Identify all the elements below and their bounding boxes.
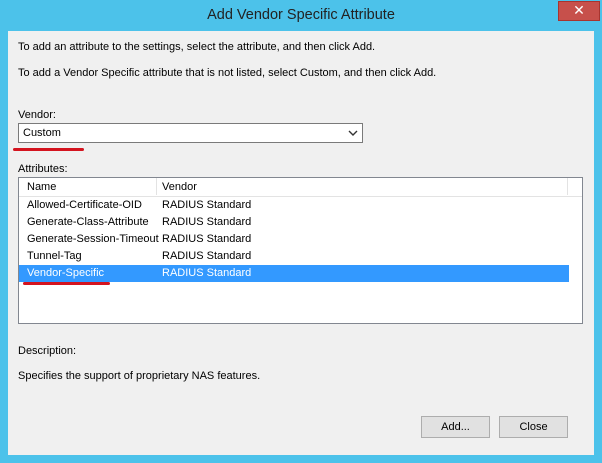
list-row[interactable]: Generate-Session-Timeout RADIUS Standard (19, 231, 569, 248)
row-vendor: RADIUS Standard (162, 267, 252, 279)
vendor-dropdown[interactable]: Custom (18, 123, 363, 143)
row-vendor: RADIUS Standard (162, 250, 252, 262)
row-vendor: RADIUS Standard (162, 199, 252, 211)
list-row[interactable]: Generate-Class-Attribute RADIUS Standard (19, 214, 569, 231)
row-name: Generate-Session-Timeout (27, 233, 159, 245)
column-divider[interactable] (156, 178, 157, 195)
vendor-selected-value: Custom (23, 127, 61, 139)
window-title: Add Vendor Specific Attribute (207, 7, 395, 23)
row-name: Generate-Class-Attribute (27, 216, 149, 228)
window-close-button[interactable]: ✕ (558, 1, 600, 21)
row-vendor: RADIUS Standard (162, 233, 252, 245)
instruction-text-2: To add a Vendor Specific attribute that … (18, 67, 437, 79)
description-text: Specifies the support of proprietary NAS… (18, 370, 261, 382)
vendor-label: Vendor: (18, 109, 56, 121)
list-row[interactable]: Allowed-Certificate-OID RADIUS Standard (19, 197, 569, 214)
description-label: Description: (18, 345, 77, 357)
list-row-selected[interactable]: Vendor-Specific RADIUS Standard (19, 265, 569, 282)
add-button[interactable]: Add... (421, 416, 490, 438)
close-button[interactable]: Close (499, 416, 568, 438)
attributes-list[interactable]: Name Vendor Allowed-Certificate-OID RADI… (18, 177, 583, 324)
dialog-body: To add an attribute to the settings, sel… (8, 31, 594, 455)
instruction-text-1: To add an attribute to the settings, sel… (18, 41, 376, 53)
column-header-vendor[interactable]: Vendor (162, 181, 197, 193)
chevron-down-icon (348, 130, 358, 136)
column-header-name[interactable]: Name (27, 181, 56, 193)
list-header: Name Vendor (19, 178, 582, 197)
row-name: Allowed-Certificate-OID (27, 199, 142, 211)
row-vendor: RADIUS Standard (162, 216, 252, 228)
list-row[interactable]: Tunnel-Tag RADIUS Standard (19, 248, 569, 265)
annotation-underline-attribute (23, 282, 110, 285)
column-divider[interactable] (567, 178, 568, 195)
title-bar[interactable]: Add Vendor Specific Attribute ✕ (0, 0, 602, 32)
row-name: Tunnel-Tag (27, 250, 82, 262)
row-name: Vendor-Specific (27, 267, 105, 279)
attributes-label: Attributes: (18, 163, 68, 175)
annotation-underline-vendor (13, 148, 84, 151)
